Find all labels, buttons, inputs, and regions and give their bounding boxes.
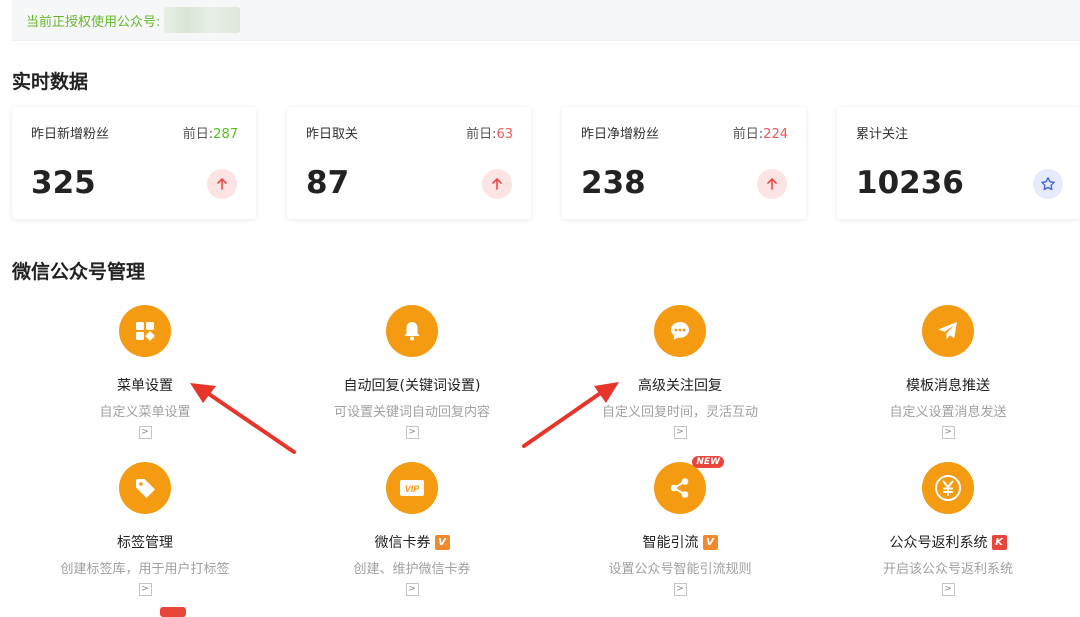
stat-previous: 前日:287 <box>182 127 238 142</box>
feature-template-message[interactable]: 模板消息推送 自定义设置消息发送 > <box>818 305 1078 439</box>
authorized-account-bar: 当前正授权使用公众号: <box>12 0 1080 41</box>
enter-button[interactable]: > <box>138 583 152 596</box>
tag-icon <box>119 462 171 514</box>
vip-card-icon: VIP <box>386 462 438 514</box>
feature-name: 公众号返利系统 K <box>818 532 1078 552</box>
feature-name: 智能引流 V <box>550 532 810 552</box>
stat-title: 昨日净增粉丝 <box>581 127 660 142</box>
feature-description: 自定义设置消息发送 <box>889 405 1007 420</box>
stat-card-new-followers: 昨日新增粉丝 前日:287 325 <box>12 107 256 219</box>
svg-text:VIP: VIP <box>405 484 421 494</box>
stat-value: 87 <box>306 165 350 201</box>
realtime-section-title: 实时数据 <box>12 71 89 93</box>
feature-advanced-follow-reply[interactable]: 高级关注回复 自定义回复时间，灵活互动 > <box>550 305 810 439</box>
stat-title: 累计关注 <box>856 127 909 142</box>
new-badge: NEW <box>692 456 724 468</box>
vip-badge: V <box>702 534 718 550</box>
feature-description: 开启该公众号返利系统 <box>882 562 1013 577</box>
chat-bubble-icon <box>654 305 706 357</box>
feature-rebate-system[interactable]: 公众号返利系统 K 开启该公众号返利系统 > <box>818 462 1078 596</box>
enter-button[interactable]: > <box>673 583 687 596</box>
feature-description: 自定义回复时间，灵活互动 <box>601 405 758 420</box>
enter-button[interactable]: > <box>673 426 687 439</box>
feature-name: 标签管理 <box>117 535 173 551</box>
feature-name: 自动回复(关键词设置) <box>343 378 481 394</box>
authorized-account-label: 当前正授权使用公众号: <box>26 14 161 30</box>
enter-button[interactable]: > <box>405 426 419 439</box>
star-icon <box>1033 169 1063 199</box>
management-section-title: 微信公众号管理 <box>12 261 146 283</box>
feature-description: 设置公众号智能引流规则 <box>608 562 752 577</box>
vip-badge: K <box>991 534 1007 550</box>
share-icon: NEW <box>654 456 724 514</box>
feature-wechat-coupon[interactable]: VIP 微信卡券 V 创建、维护微信卡券 > <box>282 462 542 596</box>
feature-name: 模板消息推送 <box>906 378 990 394</box>
stat-title: 昨日取关 <box>306 127 359 142</box>
stat-card-net-followers: 昨日净增粉丝 前日:224 238 <box>562 107 806 219</box>
enter-button[interactable]: > <box>941 426 955 439</box>
feature-menu-settings[interactable]: 菜单设置 自定义菜单设置 > <box>15 305 275 439</box>
arrow-up-icon <box>757 169 787 199</box>
feature-name: 高级关注回复 <box>638 378 722 394</box>
stat-card-total-followers: 累计关注 10236 <box>837 107 1080 219</box>
blurred-account-name <box>164 7 241 33</box>
feature-description: 可设置关键词自动回复内容 <box>333 405 490 420</box>
stat-card-unfollows: 昨日取关 前日:63 87 <box>287 107 531 219</box>
grid-icon <box>119 305 171 357</box>
feature-description: 创建、维护微信卡券 <box>353 562 471 577</box>
yen-coin-icon <box>922 462 974 514</box>
stat-previous: 前日:63 <box>466 127 513 142</box>
feature-name: 微信卡券 V <box>282 532 542 552</box>
enter-button[interactable]: > <box>405 583 419 596</box>
arrow-up-icon <box>207 169 237 199</box>
paper-plane-icon <box>922 305 974 357</box>
feature-description: 自定义菜单设置 <box>99 405 191 420</box>
bell-icon <box>386 305 438 357</box>
feature-smart-traffic[interactable]: NEW 智能引流 V 设置公众号智能引流规则 > <box>550 456 810 596</box>
feature-description: 创建标签库，用于用户打标签 <box>60 562 230 577</box>
vip-badge: V <box>434 534 450 550</box>
feature-auto-reply[interactable]: 自动回复(关键词设置) 可设置关键词自动回复内容 > <box>282 305 542 439</box>
stat-value: 10236 <box>856 165 964 201</box>
stat-value: 238 <box>581 165 646 201</box>
stat-value: 325 <box>31 165 96 201</box>
stat-previous: 前日:224 <box>732 127 788 142</box>
enter-button[interactable]: > <box>941 583 955 596</box>
feature-tag-management[interactable]: 标签管理 创建标签库，用于用户打标签 > <box>15 462 275 596</box>
arrow-up-icon <box>482 169 512 199</box>
enter-button[interactable]: > <box>138 426 152 439</box>
next-row-badge <box>160 607 186 617</box>
feature-name: 菜单设置 <box>117 378 173 394</box>
stat-title: 昨日新增粉丝 <box>31 127 110 142</box>
